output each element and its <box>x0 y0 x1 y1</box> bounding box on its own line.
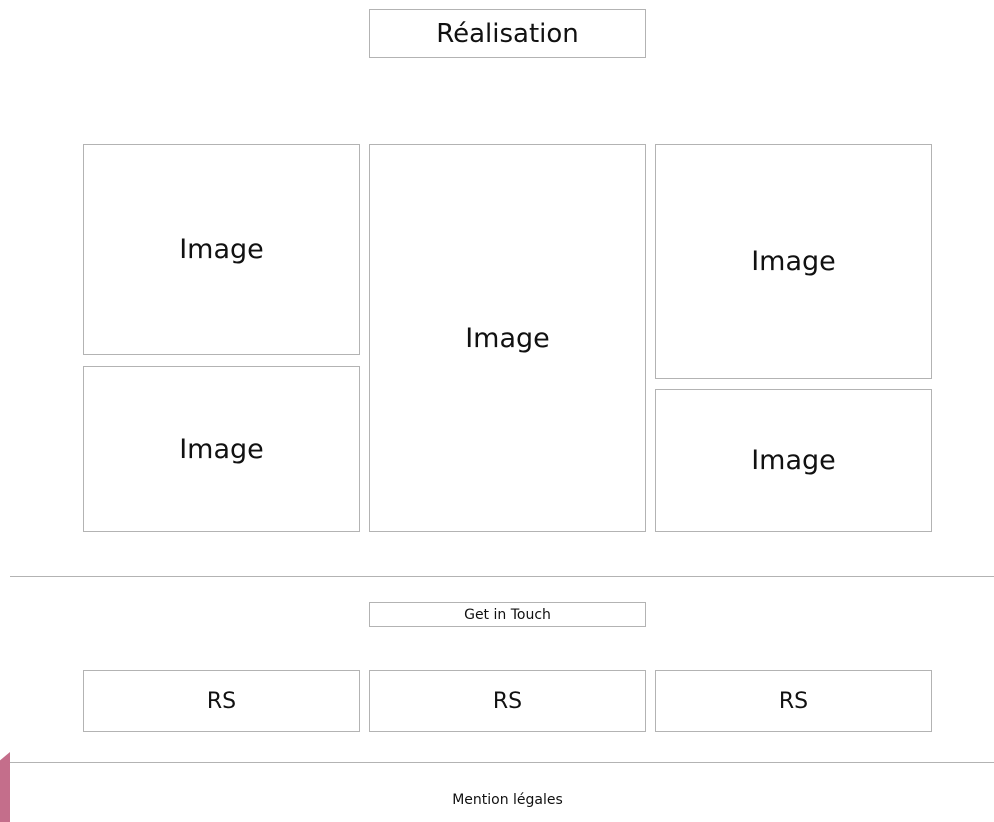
social-link-2[interactable]: RS <box>369 670 646 732</box>
social-link-label: RS <box>206 688 237 714</box>
gallery-image-placeholder[interactable]: Image <box>655 144 932 379</box>
gallery-image-placeholder[interactable]: Image <box>83 144 360 355</box>
get-in-touch-button[interactable]: Get in Touch <box>369 602 646 627</box>
legal-notice-link[interactable]: Mention légales <box>369 790 646 810</box>
corner-accent <box>0 752 10 822</box>
footer-divider <box>10 762 994 763</box>
social-link-label: RS <box>492 688 523 714</box>
gallery-image-label: Image <box>465 322 550 354</box>
gallery-image-label: Image <box>179 234 264 265</box>
gallery-image-label: Image <box>751 445 836 476</box>
social-link-1[interactable]: RS <box>83 670 360 732</box>
gallery-image-label: Image <box>751 246 836 277</box>
page-title: Réalisation <box>369 9 646 58</box>
social-link-label: RS <box>778 688 809 714</box>
social-link-3[interactable]: RS <box>655 670 932 732</box>
gallery-image-placeholder[interactable]: Image <box>83 366 360 532</box>
gallery-image-label: Image <box>179 433 264 465</box>
gallery-image-placeholder[interactable]: Image <box>369 144 646 532</box>
gallery-image-placeholder[interactable]: Image <box>655 389 932 532</box>
section-divider <box>10 576 994 577</box>
